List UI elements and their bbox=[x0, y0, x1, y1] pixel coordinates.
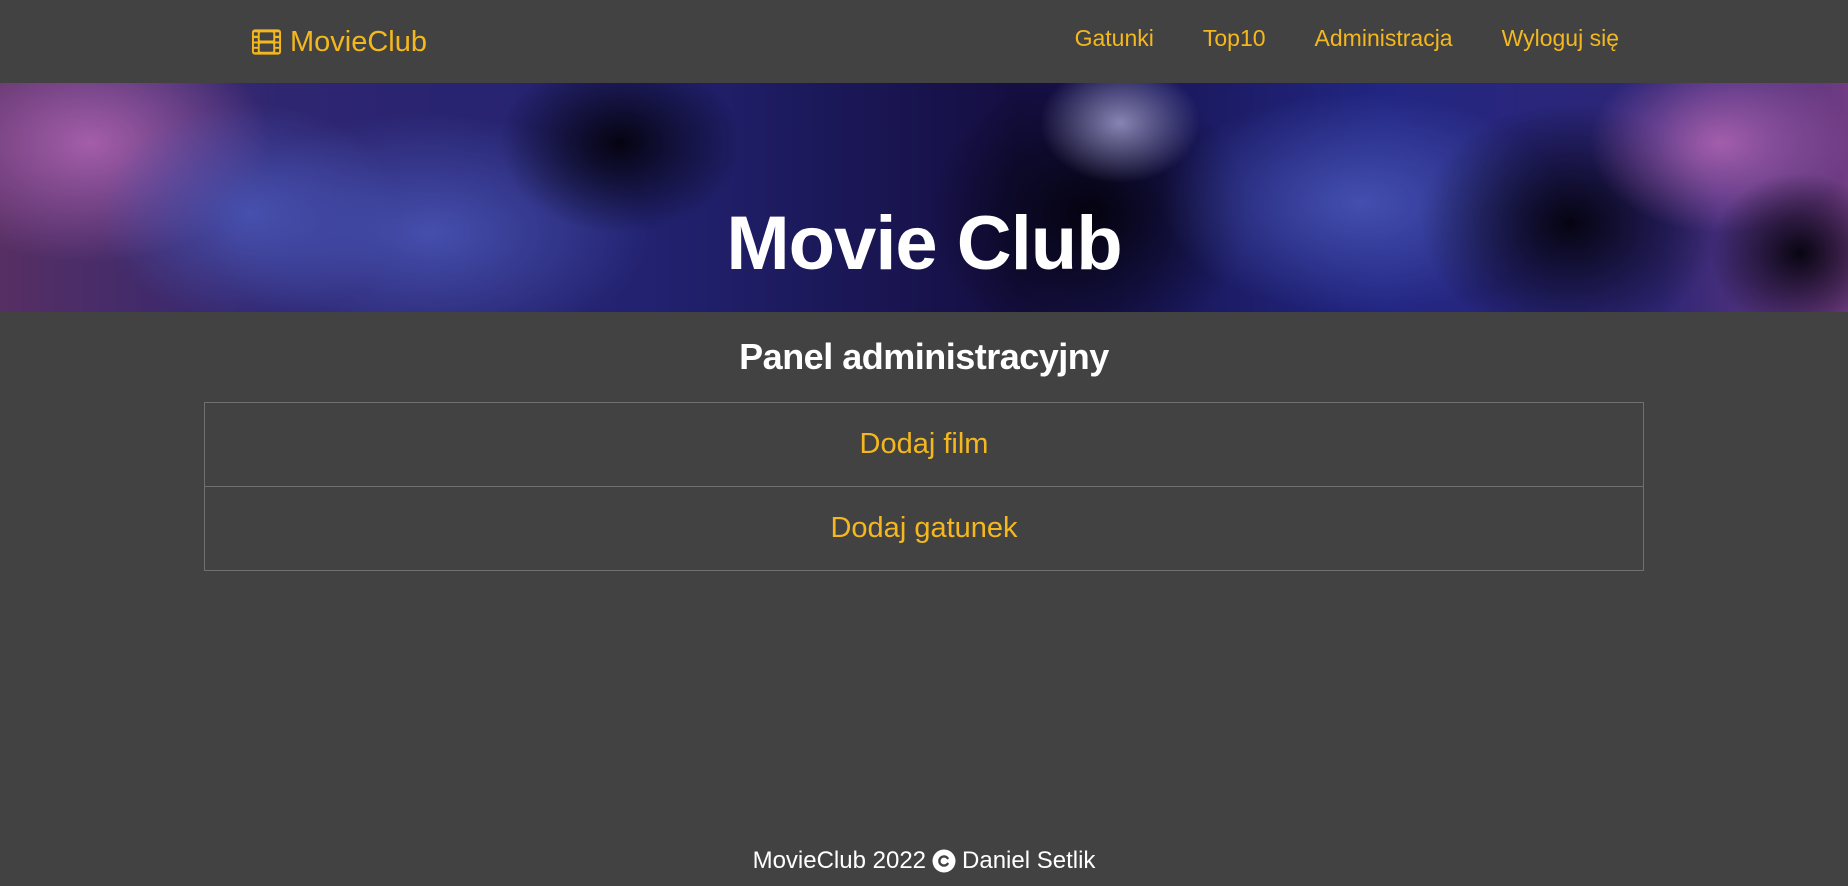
footer: MovieClub 2022 Daniel Setlik bbox=[0, 845, 1848, 877]
hero-title: Movie Club bbox=[726, 200, 1122, 286]
film-icon bbox=[251, 29, 282, 55]
nav-links: Gatunki Top10 Administracja Wyloguj się bbox=[1026, 21, 1619, 55]
admin-actions-list: Dodaj film Dodaj gatunek bbox=[204, 402, 1644, 571]
hero-banner: Movie Club bbox=[0, 83, 1848, 312]
add-movie-link[interactable]: Dodaj film bbox=[204, 402, 1644, 487]
nav-link-administration[interactable]: Administracja bbox=[1315, 25, 1453, 52]
brand-label: MovieClub bbox=[290, 25, 427, 58]
nav-link-genres[interactable]: Gatunki bbox=[1075, 25, 1154, 52]
brand-link[interactable]: MovieClub bbox=[251, 22, 427, 62]
add-genre-link[interactable]: Dodaj gatunek bbox=[204, 486, 1644, 571]
footer-author: Daniel Setlik bbox=[962, 847, 1096, 874]
footer-brand-year: MovieClub 2022 bbox=[752, 847, 927, 874]
nav-link-logout[interactable]: Wyloguj się bbox=[1502, 25, 1619, 52]
copyright-icon bbox=[932, 849, 956, 873]
panel-title: Panel administracyjny bbox=[739, 336, 1109, 377]
navbar: MovieClub Gatunki Top10 Administracja Wy… bbox=[0, 0, 1848, 83]
nav-link-top10[interactable]: Top10 bbox=[1203, 25, 1266, 52]
